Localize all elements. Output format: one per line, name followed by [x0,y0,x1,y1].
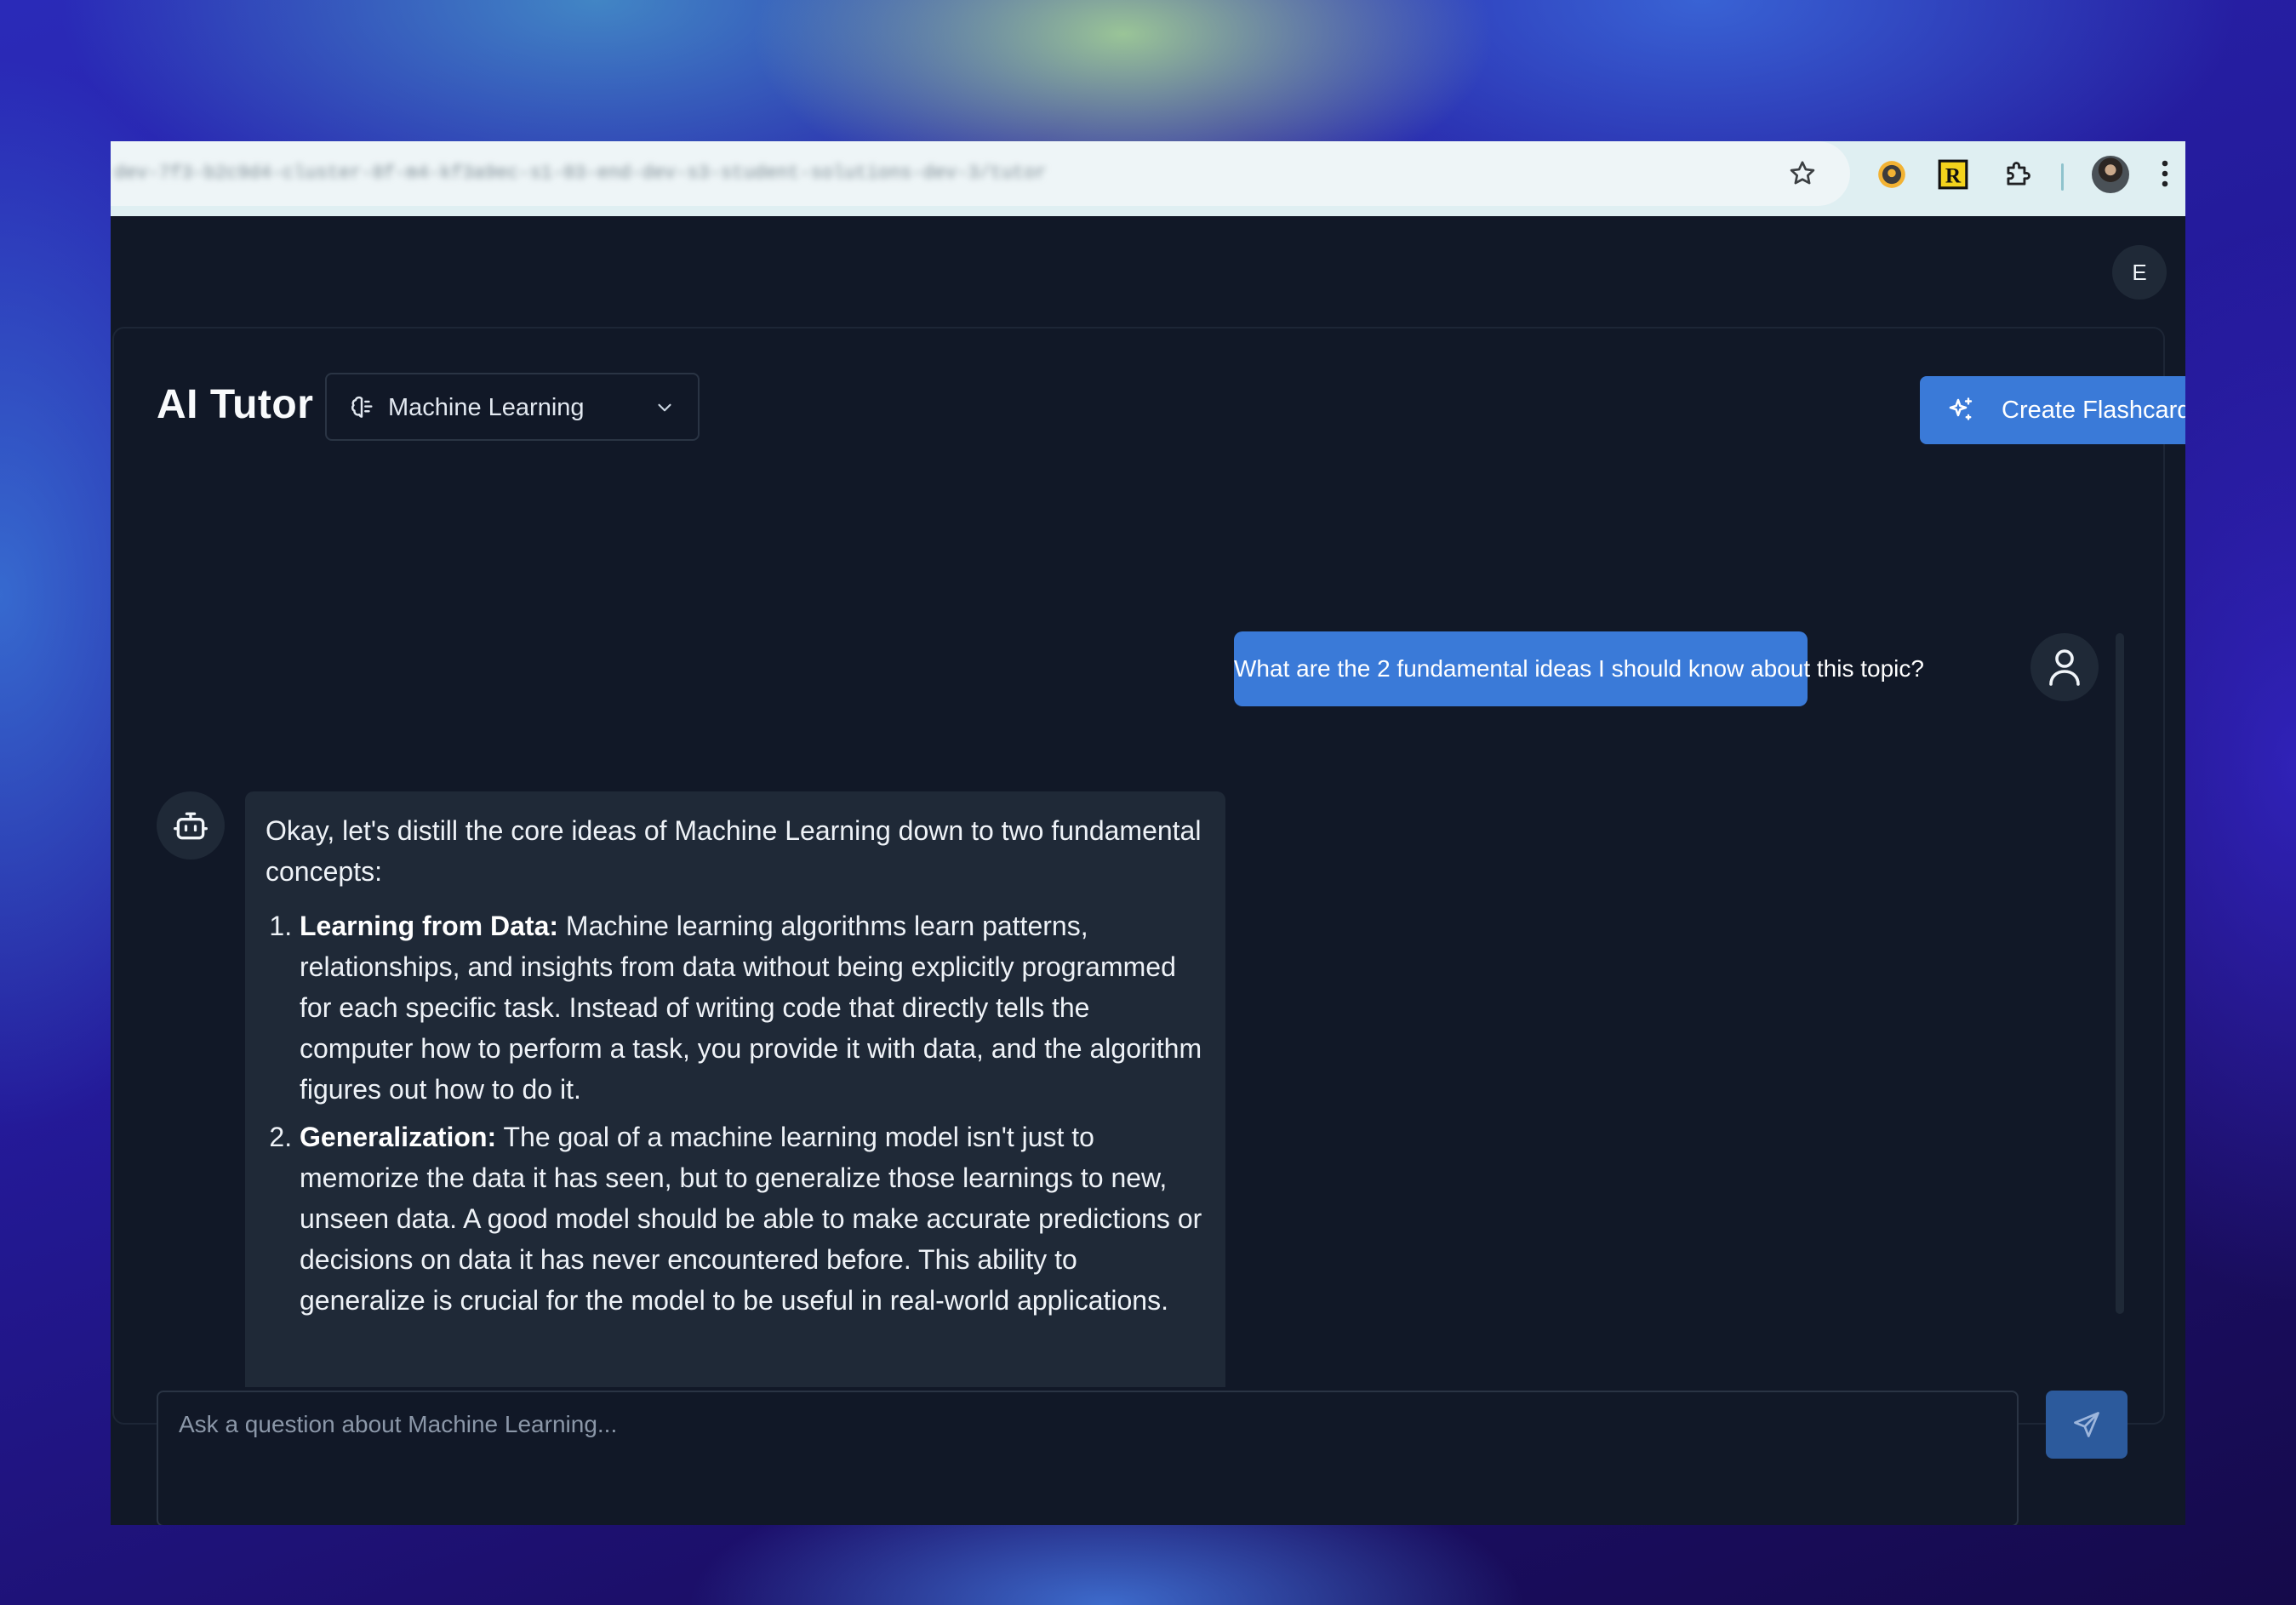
bot-message-list: Learning from Data: Machine learning alg… [266,905,1205,1321]
chevron-down-icon [658,403,671,412]
toolbar-separator [2061,163,2064,191]
bot-icon [174,812,208,840]
bot-message-intro: Okay, let's distill the core ideas of Ma… [266,815,1202,887]
send-button[interactable] [2046,1391,2128,1459]
r-extension-icon[interactable]: R [1937,158,1969,191]
profile-avatar[interactable] [2092,156,2129,193]
bot-message-bubble: Okay, let's distill the core ideas of Ma… [245,791,1225,1387]
kebab-menu-icon[interactable] [2160,158,2170,189]
point-title: Learning from Data: [300,911,559,941]
send-icon [2074,1412,2099,1437]
topic-select[interactable]: Machine Learning [325,373,700,441]
user-message-bubble: What are the 2 fundamental ideas I shoul… [1234,631,1924,706]
list-item: Generalization: The goal of a machine le… [300,1117,1205,1321]
app-title: AI Tutor [157,382,314,427]
tutor-card: AI Tutor Machine Learning Create Flashca… [112,327,2185,1525]
user-avatar [2030,633,2099,701]
star-icon[interactable] [1787,158,1818,189]
extensions-puzzle-icon[interactable] [2002,158,2034,191]
chat-scrollbar[interactable] [2116,633,2124,1314]
browser-window: dev-7f3-b2c9d4-cluster-8f-m4-kf3a9ec-s1-… [111,141,2185,1525]
user-initial-avatar[interactable]: E [2112,245,2167,300]
topic-select-value: Machine Learning [388,394,585,421]
brain-icon [351,396,373,418]
user-icon [2049,649,2080,686]
chat-input-placeholder: Ask a question about Machine Learning... [179,1411,618,1437]
chat-input[interactable]: Ask a question about Machine Learning... [157,1391,2019,1525]
r-extension-letter: R [1945,164,1962,188]
address-bar[interactable]: dev-7f3-b2c9d4-cluster-8f-m4-kf3a9ec-s1-… [111,141,1850,206]
browser-toolbar: dev-7f3-b2c9d4-cluster-8f-m4-kf3a9ec-s1-… [111,141,2185,216]
sparkles-icon [1949,397,1973,420]
list-item: Learning from Data: Machine learning alg… [300,905,1205,1110]
github-extension-icon[interactable] [1876,158,1908,191]
point-title: Generalization: [300,1122,497,1152]
url-text: dev-7f3-b2c9d4-cluster-8f-m4-kf3a9ec-s1-… [114,163,1047,184]
bot-avatar [157,791,225,860]
create-flashcards-button[interactable]: Create Flashcards [1920,376,2185,444]
create-flashcards-label: Create Flashcards [2002,397,2185,424]
